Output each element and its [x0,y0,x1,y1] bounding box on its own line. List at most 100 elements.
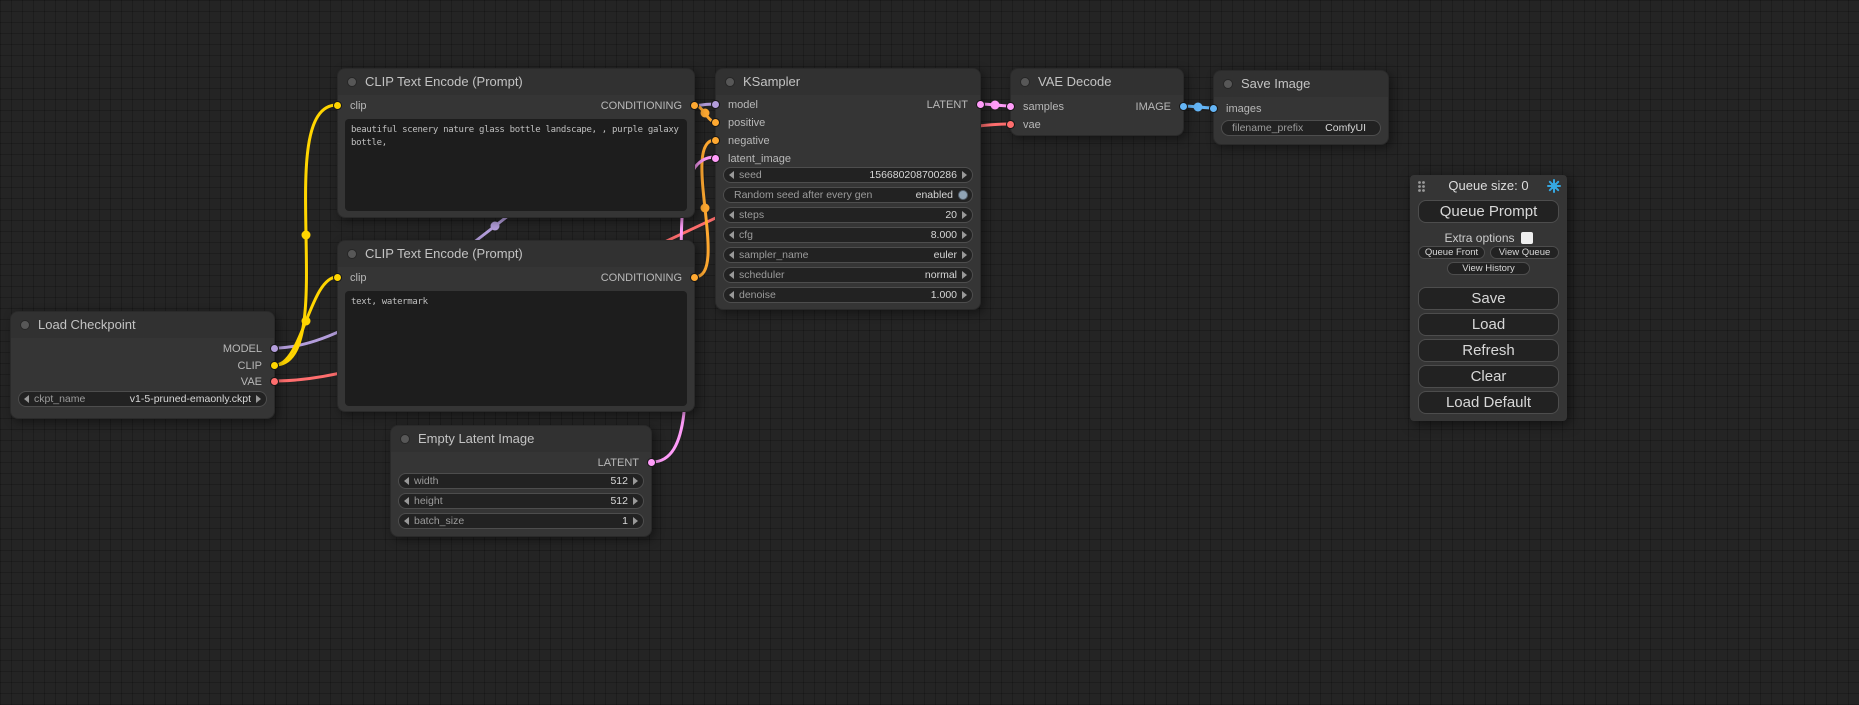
random-seed-widget[interactable]: Random seed after every gen enabled [723,187,973,203]
prev-value-arrow-icon[interactable] [729,291,734,299]
input-port-latent-image[interactable] [711,154,720,163]
output-port-image[interactable] [1179,102,1188,111]
collapse-dot-icon[interactable] [400,434,410,444]
input-port-samples[interactable] [1006,102,1015,111]
load-default-button[interactable]: Load Default [1418,391,1559,414]
input-port-model[interactable] [711,100,720,109]
node-titlebar[interactable]: KSampler [716,69,980,95]
denoise-widget[interactable]: denoise 1.000 [723,287,973,303]
toggle-icon[interactable] [958,190,968,200]
next-value-arrow-icon[interactable] [962,291,967,299]
output-port-latent[interactable] [647,458,656,467]
node-empty-latent-image[interactable]: Empty Latent Image LATENT width 512 heig… [390,425,652,537]
collapse-dot-icon[interactable] [1020,77,1030,87]
refresh-button[interactable]: Refresh [1418,339,1559,362]
load-button[interactable]: Load [1418,313,1559,336]
next-value-arrow-icon[interactable] [633,497,638,505]
height-widget[interactable]: height 512 [398,493,644,509]
node-load-checkpoint[interactable]: Load Checkpoint MODEL CLIP VAE ckpt_name… [10,311,275,419]
ckpt-name-widget[interactable]: ckpt_name v1-5-pruned-emaonly.ckpt [18,391,267,407]
output-port-conditioning[interactable] [690,273,699,282]
node-save-image[interactable]: Save Image images filename_prefix ComfyU… [1213,70,1389,145]
collapse-dot-icon[interactable] [1223,79,1233,89]
input-label-model: model [728,98,758,112]
collapse-dot-icon[interactable] [347,77,357,87]
node-title: CLIP Text Encode (Prompt) [365,246,523,261]
node-title: Empty Latent Image [418,431,534,446]
queue-panel-header[interactable]: Queue size: 0 [1410,175,1567,197]
output-port-clip[interactable] [270,361,279,370]
node-titlebar[interactable]: Save Image [1214,71,1388,97]
next-value-arrow-icon[interactable] [256,395,261,403]
prev-value-arrow-icon[interactable] [404,477,409,485]
next-value-arrow-icon[interactable] [962,251,967,259]
seed-widget[interactable]: seed 156680208700286 [723,167,973,183]
prev-value-arrow-icon[interactable] [729,211,734,219]
prev-value-arrow-icon[interactable] [729,271,734,279]
widget-label: filename_prefix [1232,122,1303,134]
input-port-clip[interactable] [333,101,342,110]
next-value-arrow-icon[interactable] [962,231,967,239]
view-history-button[interactable]: View History [1447,262,1530,275]
prev-value-arrow-icon[interactable] [404,497,409,505]
node-titlebar[interactable]: CLIP Text Encode (Prompt) [338,241,694,267]
node-title: Load Checkpoint [38,317,136,332]
prev-value-arrow-icon[interactable] [24,395,29,403]
output-port-model[interactable] [270,344,279,353]
queue-panel: Queue size: 0 Queue Prompt Extra options… [1410,175,1567,421]
next-value-arrow-icon[interactable] [962,211,967,219]
queue-prompt-button[interactable]: Queue Prompt [1418,200,1559,223]
input-port-clip[interactable] [333,273,342,282]
width-widget[interactable]: width 512 [398,473,644,489]
output-port-latent[interactable] [976,100,985,109]
steps-widget[interactable]: steps 20 [723,207,973,223]
prev-value-arrow-icon[interactable] [729,171,734,179]
batch-size-widget[interactable]: batch_size 1 [398,513,644,529]
queue-front-button[interactable]: Queue Front [1418,246,1485,259]
node-ksampler[interactable]: KSampler model positive negative latent_… [715,68,981,310]
node-titlebar[interactable]: VAE Decode [1011,69,1183,95]
next-value-arrow-icon[interactable] [962,171,967,179]
widget-value: normal [925,269,957,281]
widget-label: ckpt_name [34,393,85,405]
input-label-clip: clip [350,271,367,285]
cfg-widget[interactable]: cfg 8.000 [723,227,973,243]
prev-value-arrow-icon[interactable] [729,231,734,239]
prev-value-arrow-icon[interactable] [404,517,409,525]
collapse-dot-icon[interactable] [347,249,357,259]
next-value-arrow-icon[interactable] [633,517,638,525]
filename-prefix-widget[interactable]: filename_prefix ComfyUI [1221,120,1381,136]
input-port-positive[interactable] [711,118,720,127]
output-port-vae[interactable] [270,377,279,386]
node-clip-text-encode-positive[interactable]: CLIP Text Encode (Prompt) clip CONDITION… [337,68,695,218]
output-port-conditioning[interactable] [690,101,699,110]
sampler-name-widget[interactable]: sampler_name euler [723,247,973,263]
node-titlebar[interactable]: CLIP Text Encode (Prompt) [338,69,694,95]
node-vae-decode[interactable]: VAE Decode samples vae IMAGE [1010,68,1184,136]
input-label-samples: samples [1023,100,1064,114]
clear-button[interactable]: Clear [1418,365,1559,388]
collapse-dot-icon[interactable] [20,320,30,330]
widget-value: 1 [622,515,628,527]
input-port-images[interactable] [1209,104,1218,113]
prompt-textarea[interactable]: beautiful scenery nature glass bottle la… [345,119,687,211]
view-queue-button[interactable]: View Queue [1490,246,1559,259]
save-button[interactable]: Save [1418,287,1559,310]
link-midpoint-dot [491,222,500,231]
widget-label: sampler_name [739,249,808,261]
input-port-negative[interactable] [711,136,720,145]
drag-handle-icon[interactable] [1417,180,1426,193]
prev-value-arrow-icon[interactable] [729,251,734,259]
next-value-arrow-icon[interactable] [962,271,967,279]
next-value-arrow-icon[interactable] [633,477,638,485]
node-clip-text-encode-negative[interactable]: CLIP Text Encode (Prompt) clip CONDITION… [337,240,695,412]
node-titlebar[interactable]: Load Checkpoint [11,312,274,338]
node-titlebar[interactable]: Empty Latent Image [391,426,651,452]
node-title: KSampler [743,74,800,89]
settings-gear-icon[interactable] [1547,179,1561,193]
scheduler-widget[interactable]: scheduler normal [723,267,973,283]
input-port-vae[interactable] [1006,120,1015,129]
prompt-textarea[interactable]: text, watermark [345,291,687,406]
extra-options-checkbox[interactable] [1521,232,1533,244]
collapse-dot-icon[interactable] [725,77,735,87]
